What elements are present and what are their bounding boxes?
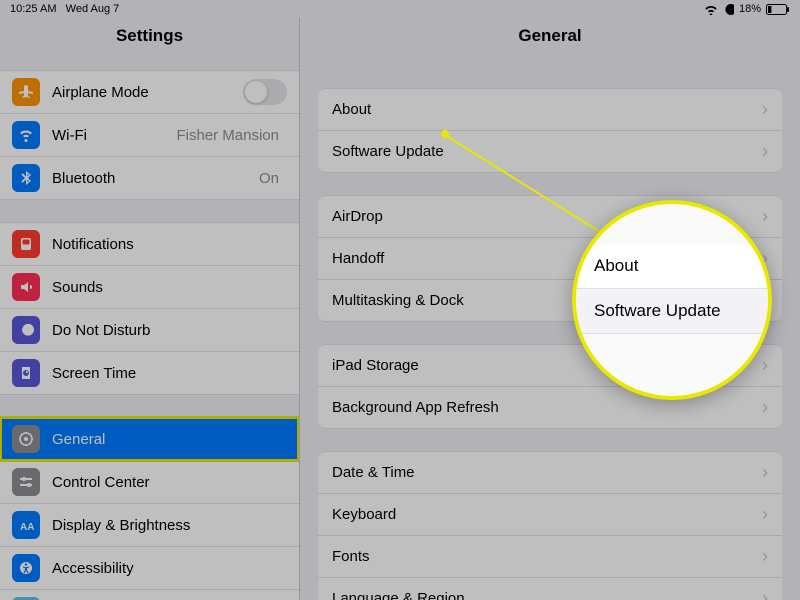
battery-pct: 18%: [739, 3, 761, 15]
wifi-row[interactable]: Wi-Fi Fisher Mansion: [0, 114, 299, 157]
chevron-icon: ›: [762, 355, 768, 376]
about-row[interactable]: About›: [318, 88, 782, 131]
chevron-icon: ›: [762, 141, 768, 162]
dnd-icon: [723, 4, 734, 15]
refresh-row[interactable]: Background App Refresh›: [318, 387, 782, 429]
controlcenter-icon: [12, 468, 40, 496]
battery-icon: [766, 4, 790, 15]
bluetooth-label: Bluetooth: [52, 170, 259, 187]
callout-dot: [441, 130, 449, 138]
status-time: 10:25 AM: [10, 3, 56, 15]
screentime-label: Screen Time: [52, 365, 287, 382]
wifi-menu-icon: [12, 121, 40, 149]
airplane-toggle[interactable]: [243, 79, 287, 105]
airplane-row[interactable]: Airplane Mode: [0, 70, 299, 114]
general-label: General: [52, 431, 287, 448]
sidebar-title: Settings: [0, 18, 299, 56]
accessibility-label: Accessibility: [52, 560, 287, 577]
dnd-label: Do Not Disturb: [52, 322, 287, 339]
callout-magnifier: About Software Update: [572, 200, 772, 400]
display-row[interactable]: AA Display & Brightness: [0, 504, 299, 547]
datetime-row[interactable]: Date & Time›: [318, 451, 782, 494]
settings-sidebar[interactable]: Settings Airplane Mode Wi-Fi Fisher Mans…: [0, 18, 300, 600]
wallpaper-row[interactable]: Wallpaper: [0, 590, 299, 600]
svg-text:AA: AA: [20, 522, 34, 533]
wifi-icon: [704, 4, 718, 15]
dnd-menu-icon: [12, 316, 40, 344]
chevron-icon: ›: [762, 588, 768, 600]
chevron-icon: ›: [762, 206, 768, 227]
sounds-row[interactable]: Sounds: [0, 266, 299, 309]
bluetooth-icon: [12, 164, 40, 192]
chevron-icon: ›: [762, 397, 768, 418]
sounds-icon: [12, 273, 40, 301]
chevron-icon: ›: [762, 99, 768, 120]
screentime-row[interactable]: Screen Time: [0, 352, 299, 395]
main-title: General: [300, 18, 800, 56]
keyboard-row[interactable]: Keyboard›: [318, 494, 782, 536]
software-update-row[interactable]: Software Update›: [318, 131, 782, 173]
wifi-label: Wi-Fi: [52, 127, 176, 144]
airplane-icon: [12, 78, 40, 106]
status-bar: 10:25 AM Wed Aug 7 18%: [0, 0, 800, 18]
notifications-label: Notifications: [52, 236, 287, 253]
accessibility-row[interactable]: Accessibility: [0, 547, 299, 590]
sounds-label: Sounds: [52, 279, 287, 296]
display-label: Display & Brightness: [52, 517, 287, 534]
chevron-icon: ›: [762, 462, 768, 483]
chevron-icon: ›: [762, 546, 768, 567]
screentime-icon: [12, 359, 40, 387]
bluetooth-row[interactable]: Bluetooth On: [0, 157, 299, 200]
callout-about: About: [576, 244, 768, 289]
language-row[interactable]: Language & Region›: [318, 578, 782, 600]
callout-software: Software Update: [576, 289, 768, 334]
controlcenter-label: Control Center: [52, 474, 287, 491]
status-date: Wed Aug 7: [66, 3, 120, 15]
notifications-row[interactable]: Notifications: [0, 222, 299, 266]
general-row[interactable]: General: [0, 417, 299, 461]
airplane-label: Airplane Mode: [52, 84, 243, 101]
notifications-icon: [12, 230, 40, 258]
bluetooth-value: On: [259, 170, 279, 187]
controlcenter-row[interactable]: Control Center: [0, 461, 299, 504]
chevron-icon: ›: [762, 504, 768, 525]
wifi-value: Fisher Mansion: [176, 127, 279, 144]
general-icon: [12, 425, 40, 453]
accessibility-icon: [12, 554, 40, 582]
fonts-row[interactable]: Fonts›: [318, 536, 782, 578]
dnd-row[interactable]: Do Not Disturb: [0, 309, 299, 352]
display-icon: AA: [12, 511, 40, 539]
